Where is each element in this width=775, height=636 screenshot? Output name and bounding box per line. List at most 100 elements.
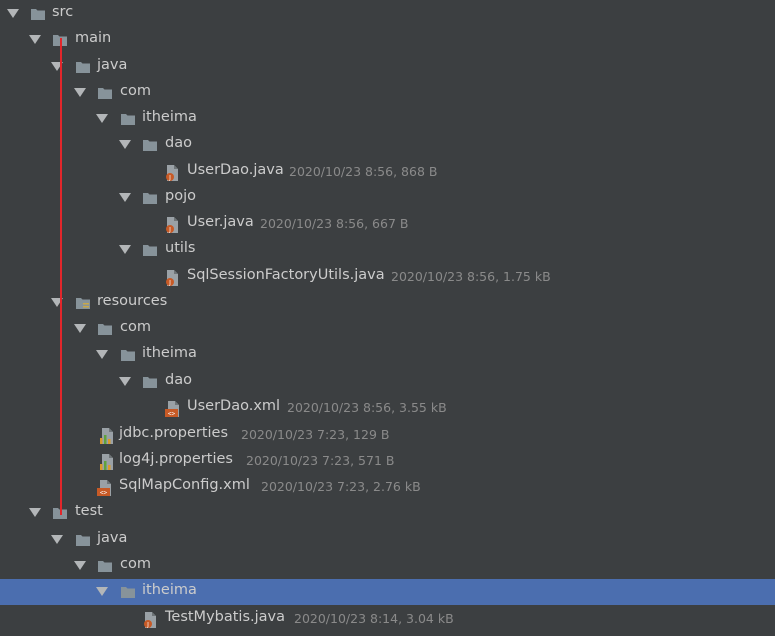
folder-icon [120, 347, 136, 363]
java-file-icon: J [164, 269, 180, 287]
folder-icon [142, 137, 158, 153]
tree-label: utils [165, 240, 196, 256]
tree-row-main-java-com[interactable]: com [0, 80, 775, 106]
expand-arrow-icon[interactable] [119, 140, 131, 149]
folder-icon [142, 190, 158, 206]
tree-label: src [52, 4, 74, 20]
expand-arrow-icon[interactable] [74, 324, 86, 333]
project-tree: src main java com itheima dao J UserDao.… [0, 0, 775, 636]
tree-row-main-java[interactable]: java [0, 54, 775, 80]
folder-icon [75, 532, 91, 548]
tree-label: jdbc.properties [119, 425, 229, 441]
tree-row-user-java[interactable]: J User.java 2020/10/23 8:56, 667 B [0, 211, 775, 237]
tree-row-res-dao[interactable]: dao [0, 369, 775, 395]
tree-row-main[interactable]: main [0, 27, 775, 53]
tree-label: itheima [142, 345, 197, 361]
tree-row-src[interactable]: src [0, 1, 775, 27]
folder-icon [142, 242, 158, 258]
file-meta: 2020/10/23 7:23, 2.76 kB [261, 479, 421, 494]
tree-row-pojo[interactable]: pojo [0, 185, 775, 211]
tree-label: dao [165, 372, 192, 388]
folder-icon [30, 6, 46, 22]
tree-label: java [97, 57, 128, 73]
annotation-line [60, 38, 62, 515]
tree-row-test-java[interactable]: java [0, 527, 775, 553]
svg-text:J: J [146, 622, 149, 629]
tree-row-userdao-xml[interactable]: <> UserDao.xml 2020/10/23 8:56, 3.55 kB [0, 395, 775, 421]
tree-label: test [75, 503, 103, 519]
properties-file-icon [98, 453, 114, 470]
expand-arrow-icon[interactable] [119, 377, 131, 386]
tree-row-res-com[interactable]: com [0, 316, 775, 342]
svg-text:J: J [168, 227, 171, 234]
expand-arrow-icon[interactable] [74, 561, 86, 570]
file-meta: 2020/10/23 8:56, 1.75 kB [391, 269, 551, 284]
expand-arrow-icon[interactable] [51, 535, 63, 544]
tree-row-sqlsessionfactoryutils-java[interactable]: J SqlSessionFactoryUtils.java 2020/10/23… [0, 264, 775, 290]
tree-row-jdbc-properties[interactable]: jdbc.properties 2020/10/23 7:23, 129 B [0, 422, 775, 448]
tree-row-utils[interactable]: utils [0, 237, 775, 263]
xml-file-icon: <> [96, 479, 112, 497]
tree-row-userdao-java[interactable]: J UserDao.java 2020/10/23 8:56, 868 B [0, 159, 775, 185]
file-meta: 2020/10/23 8:56, 868 B [289, 164, 438, 179]
folder-icon [75, 59, 91, 75]
expand-arrow-icon[interactable] [74, 88, 86, 97]
tree-row-resources[interactable]: resources [0, 290, 775, 316]
file-meta: 2020/10/23 7:23, 571 B [246, 453, 395, 468]
tree-label: main [75, 30, 112, 46]
tree-label: UserDao.java [187, 162, 284, 178]
tree-label: resources [97, 293, 168, 309]
expand-arrow-icon[interactable] [119, 193, 131, 202]
folder-icon [75, 295, 91, 311]
java-file-icon: J [164, 216, 180, 234]
folder-icon [97, 558, 113, 574]
tree-label: pojo [165, 188, 196, 204]
properties-file-icon [98, 427, 114, 444]
file-meta: 2020/10/23 8:56, 3.55 kB [287, 400, 447, 415]
tree-label: SqlMapConfig.xml [119, 477, 250, 493]
tree-row-sqlmapconfig-xml[interactable]: <> SqlMapConfig.xml 2020/10/23 7:23, 2.7… [0, 474, 775, 500]
tree-label: dao [165, 135, 192, 151]
tree-label: itheima [142, 109, 197, 125]
tree-label: com [120, 319, 151, 335]
tree-label: com [120, 556, 151, 572]
tree-label: UserDao.xml [187, 398, 281, 414]
expand-arrow-icon[interactable] [96, 350, 108, 359]
tree-label: java [97, 530, 128, 546]
expand-arrow-icon[interactable] [29, 35, 41, 44]
file-meta: 2020/10/23 8:56, 667 B [260, 216, 409, 231]
tree-label: TestMybatis.java [165, 609, 285, 625]
folder-icon [142, 374, 158, 390]
tree-label: itheima [142, 582, 197, 598]
xml-file-icon: <> [164, 400, 180, 418]
expand-arrow-icon[interactable] [119, 245, 131, 254]
java-file-icon: J [142, 611, 158, 629]
tree-row-testmybatis-java[interactable]: J TestMybatis.java 2020/10/23 8:14, 3.04… [0, 606, 775, 632]
java-file-icon: J [164, 164, 180, 182]
file-meta: 2020/10/23 7:23, 129 B [241, 427, 390, 442]
tree-row-test[interactable]: test [0, 500, 775, 526]
file-meta: 2020/10/23 8:14, 3.04 kB [294, 611, 454, 626]
tree-row-res-itheima[interactable]: itheima [0, 342, 775, 368]
svg-text:<>: <> [100, 490, 108, 497]
svg-text:<>: <> [168, 411, 176, 418]
folder-icon [97, 85, 113, 101]
folder-icon [97, 321, 113, 337]
expand-arrow-icon[interactable] [7, 9, 19, 18]
tree-row-log4j-properties[interactable]: log4j.properties 2020/10/23 7:23, 571 B [0, 448, 775, 474]
folder-icon [120, 111, 136, 127]
expand-arrow-icon[interactable] [29, 508, 41, 517]
tree-label: User.java [187, 214, 254, 230]
tree-row-test-itheima[interactable]: itheima [0, 579, 775, 605]
expand-arrow-icon[interactable] [96, 587, 108, 596]
svg-text:J: J [168, 280, 171, 287]
folder-icon [120, 584, 136, 600]
tree-row-dao[interactable]: dao [0, 132, 775, 158]
tree-row-main-itheima[interactable]: itheima [0, 106, 775, 132]
expand-arrow-icon[interactable] [96, 114, 108, 123]
tree-label: SqlSessionFactoryUtils.java [187, 267, 385, 283]
tree-label: log4j.properties [119, 451, 233, 467]
svg-text:J: J [168, 175, 171, 182]
tree-label: com [120, 83, 151, 99]
tree-row-test-com[interactable]: com [0, 553, 775, 579]
